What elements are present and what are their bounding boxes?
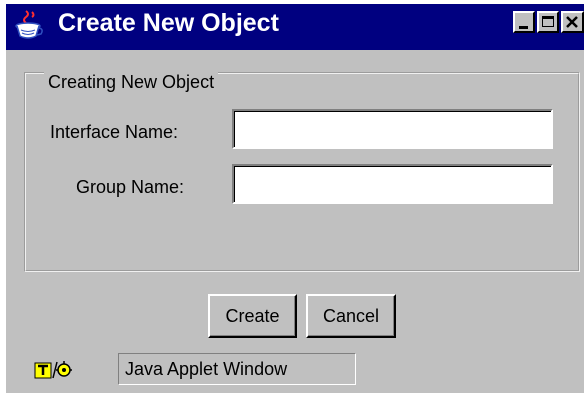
window-title: Create New Object bbox=[58, 9, 279, 37]
minimize-button[interactable] bbox=[513, 11, 535, 33]
maximize-icon bbox=[542, 16, 554, 27]
close-button[interactable] bbox=[561, 11, 584, 33]
minimize-icon bbox=[519, 26, 528, 29]
interface-name-label: Interface Name: bbox=[50, 122, 179, 142]
group-name-input[interactable] bbox=[232, 164, 553, 204]
cancel-button[interactable]: Cancel bbox=[306, 294, 396, 338]
maximize-button[interactable] bbox=[537, 11, 559, 33]
applet-warning-icon bbox=[34, 358, 72, 380]
status-text: Java Applet Window bbox=[118, 353, 356, 385]
create-button[interactable]: Create bbox=[208, 294, 297, 338]
groupbox-title: Creating New Object bbox=[44, 72, 219, 92]
java-cup-icon bbox=[12, 9, 46, 41]
close-icon bbox=[566, 16, 578, 28]
interface-name-input[interactable] bbox=[232, 109, 553, 149]
group-name-label: Group Name: bbox=[76, 177, 185, 197]
